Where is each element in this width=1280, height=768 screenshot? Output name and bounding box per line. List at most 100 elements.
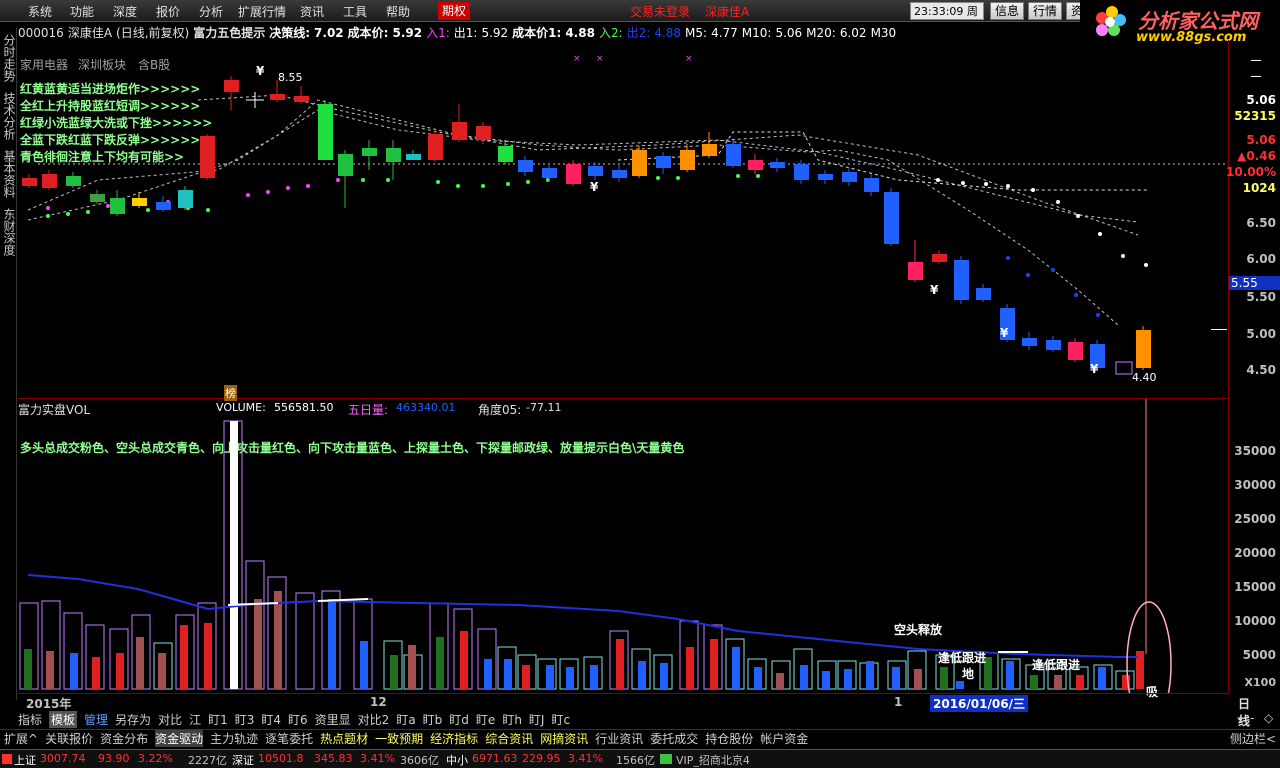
cursor-date: 2016/01/06/三 bbox=[930, 695, 1028, 712]
candle bbox=[110, 190, 125, 216]
volume-chart[interactable]: 榜 富力实盘VOL VOLUME: 556581.50 五日量: 463340.… bbox=[18, 385, 1228, 699]
sz-label[interactable]: 深证 bbox=[232, 752, 254, 768]
buy-dip-label-2: 逢低跟进 bbox=[1032, 658, 1081, 672]
tab-jiang[interactable]: 江 bbox=[189, 711, 201, 728]
candlestick-svg: × × × bbox=[22, 54, 1228, 375]
volume-bar bbox=[1098, 667, 1106, 689]
tab-fundamentals[interactable]: 基本资料 bbox=[2, 150, 16, 198]
tab-related-quotes[interactable]: 关联报价 bbox=[45, 730, 93, 747]
chart-period: (日线,前复权) bbox=[116, 26, 190, 40]
tab-intraday[interactable]: 分时走势 bbox=[2, 34, 16, 82]
right-axis: 5.06 52315 5.06 ▲0.46 10.00% 1024 6.50 6… bbox=[1211, 40, 1280, 693]
x-month-1: 1 bbox=[894, 695, 903, 709]
tab-ding-h[interactable]: 盯h bbox=[502, 711, 522, 728]
tab-ding-c[interactable]: 盯c bbox=[551, 711, 570, 728]
menu-analysis[interactable]: 分析 bbox=[199, 3, 223, 20]
volume-bar bbox=[328, 599, 336, 689]
tab-ding-j[interactable]: 盯J bbox=[529, 711, 545, 728]
zx-label[interactable]: 中小 bbox=[446, 752, 468, 768]
volume-svg bbox=[19, 399, 1172, 694]
axis-label-11: 4.50 bbox=[1246, 363, 1276, 377]
menu-tools[interactable]: 工具 bbox=[343, 3, 367, 20]
tab-main-track[interactable]: 主力轨迹 bbox=[210, 730, 258, 747]
tab-economic-indicators[interactable]: 经济指标 bbox=[430, 730, 478, 747]
candle bbox=[954, 256, 969, 304]
sh-label[interactable]: 上证 bbox=[14, 752, 36, 768]
tab-positions[interactable]: 持仓股份 bbox=[705, 730, 753, 747]
tab-web-news[interactable]: 网摘资讯 bbox=[540, 730, 588, 747]
tab-technical[interactable]: 技术分析 bbox=[2, 92, 16, 140]
tab-ding-a[interactable]: 盯a bbox=[396, 711, 415, 728]
vol-axis-25000: 25000 bbox=[1234, 512, 1276, 526]
tab-industry-news[interactable]: 行业资讯 bbox=[595, 730, 643, 747]
status-bar: 上证 3007.74 93.90 3.22% 2227亿 深证 10501.8 … bbox=[0, 749, 1280, 768]
sh-amount: 2227亿 bbox=[188, 754, 227, 767]
candle bbox=[656, 152, 671, 174]
menu-depth[interactable]: 深度 bbox=[113, 3, 137, 20]
tab-capital-drive[interactable]: 资金驱动 bbox=[155, 730, 204, 747]
tab-account-funds[interactable]: 帐户资金 bbox=[760, 730, 808, 747]
tab-template[interactable]: 模板 bbox=[49, 711, 78, 728]
clock-time: 23:33:09 bbox=[914, 5, 964, 18]
tab-order-fills[interactable]: 委托成交 bbox=[650, 730, 698, 747]
tab-eastmoney-depth[interactable]: 东财深度 bbox=[2, 208, 16, 256]
axis-label-6: 6.50 bbox=[1246, 216, 1276, 230]
price-pointer bbox=[1211, 329, 1227, 330]
menu-options[interactable]: 期权 bbox=[438, 2, 471, 20]
tab-compare[interactable]: 对比 bbox=[158, 711, 182, 728]
tab-general-news[interactable]: 综合资讯 bbox=[485, 730, 533, 747]
tab-ding1[interactable]: 盯1 bbox=[208, 711, 228, 728]
tab-ding6[interactable]: 盯6 bbox=[288, 711, 308, 728]
tab-manage[interactable]: 管理 bbox=[84, 711, 108, 728]
cost2-label: 成本价1: bbox=[512, 26, 562, 40]
signal-dots-white bbox=[936, 178, 1148, 267]
ma-line-2 bbox=[27, 109, 1139, 223]
tab-consensus[interactable]: 一致预期 bbox=[375, 730, 423, 747]
tab-ding-b[interactable]: 盯b bbox=[423, 711, 443, 728]
in2-label: 入2: bbox=[598, 26, 623, 40]
tab-capital-distribution[interactable]: 资金分布 bbox=[100, 730, 148, 747]
tab-indicator[interactable]: 指标 bbox=[18, 711, 42, 728]
ground-label: 地 bbox=[962, 667, 975, 681]
short-release-label: 空头释放 bbox=[894, 623, 943, 637]
layout-toggle-icon[interactable]: ◇ bbox=[1264, 711, 1273, 725]
tab-ding-d[interactable]: 盯d bbox=[449, 711, 469, 728]
quotes-button[interactable]: 行情 bbox=[1028, 2, 1063, 20]
volume-bar bbox=[360, 641, 368, 689]
menu-system[interactable]: 系统 bbox=[28, 3, 52, 20]
connection-icon bbox=[660, 754, 672, 764]
zoom-in-button[interactable]: + bbox=[1236, 711, 1246, 725]
zoom-out-button[interactable]: - bbox=[1250, 711, 1254, 725]
svg-text:×: × bbox=[596, 54, 604, 64]
candle bbox=[294, 86, 309, 104]
volume-bar bbox=[1030, 675, 1038, 689]
candle bbox=[1068, 338, 1083, 362]
sidebar-toggle-button[interactable]: 侧边栏< bbox=[1230, 730, 1276, 747]
menu-function[interactable]: 功能 bbox=[70, 3, 94, 20]
tab-ding4[interactable]: 盯4 bbox=[261, 711, 281, 728]
m10-label: M10: bbox=[741, 26, 772, 40]
trade-status[interactable]: 交易未登录 bbox=[630, 3, 690, 20]
volume-bar bbox=[800, 665, 808, 689]
candle bbox=[518, 156, 533, 176]
out2-label: 出2: bbox=[626, 26, 651, 40]
yen-marker-1: ¥ bbox=[256, 64, 265, 78]
tab-volume-display[interactable]: 资里显 bbox=[315, 711, 351, 728]
tab-compare2[interactable]: 对比2 bbox=[358, 711, 390, 728]
stock-name: 深康佳A bbox=[67, 26, 113, 40]
tab-expand[interactable]: 扩展^ bbox=[4, 730, 38, 747]
volume-bar bbox=[24, 649, 32, 689]
tab-ding-e[interactable]: 盯e bbox=[476, 711, 495, 728]
tab-order-detail[interactable]: 逐笔委托 bbox=[265, 730, 313, 747]
menu-quotes[interactable]: 报价 bbox=[156, 3, 180, 20]
server-name: VIP_招商北京4 bbox=[676, 754, 750, 767]
tab-hot-topics[interactable]: 热点题材 bbox=[320, 730, 368, 747]
tab-ding3[interactable]: 盯3 bbox=[235, 711, 255, 728]
price-chart[interactable]: 家用电器 深圳板块 含B股 红黄蓝黄适当进场炬作>>>>>> 全红上升持股蓝红短… bbox=[18, 40, 1228, 398]
info-button[interactable]: 信息 bbox=[990, 2, 1025, 20]
menu-extended-market[interactable]: 扩展行情 bbox=[238, 3, 286, 20]
menu-news[interactable]: 资讯 bbox=[300, 3, 324, 20]
tab-save-as[interactable]: 另存为 bbox=[115, 711, 151, 728]
side-tabs: 分时走势 技术分析 基本资料 东财深度 bbox=[0, 28, 17, 700]
menu-help[interactable]: 帮助 bbox=[386, 3, 410, 20]
